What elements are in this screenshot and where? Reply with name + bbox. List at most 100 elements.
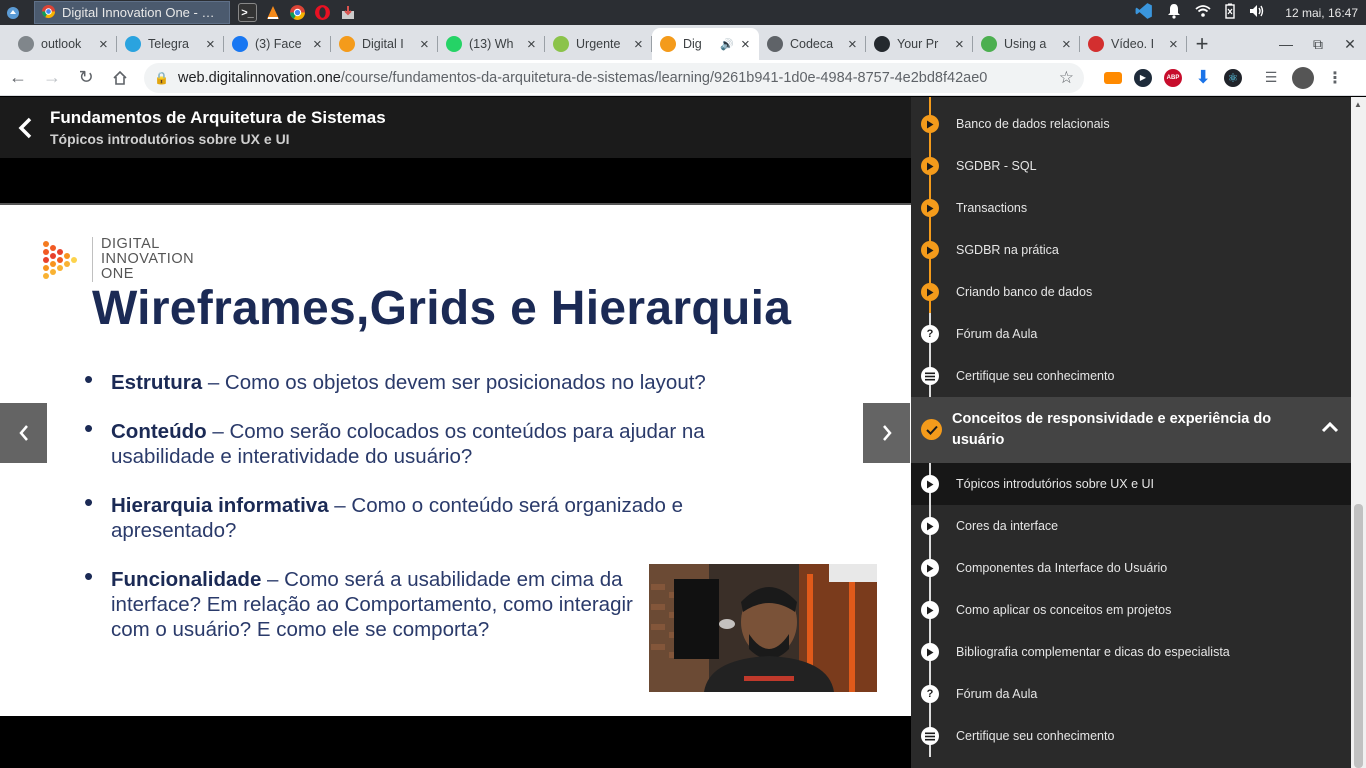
section-header[interactable]: Conceitos de responsividade e experiênci… — [911, 397, 1351, 463]
browser-tab[interactable]: Dig 🔊 × — [652, 28, 759, 60]
lesson-item[interactable]: SGDBR na prática — [911, 229, 1351, 271]
lesson-item[interactable]: Bibliografia complementar e dicas do esp… — [911, 631, 1351, 673]
close-tab-icon[interactable]: × — [634, 36, 644, 53]
question-icon: ? — [921, 325, 939, 343]
browser-tab[interactable]: Vídeo. I × — [1080, 28, 1187, 60]
battery-icon[interactable] — [1225, 3, 1235, 22]
media-controls-icon[interactable]: ☰ — [1262, 69, 1280, 87]
minimize-window-button[interactable]: — — [1270, 36, 1302, 52]
volume-icon[interactable] — [1249, 4, 1265, 21]
course-title: Fundamentos de Arquitetura de Sistemas — [50, 108, 386, 127]
tab-title: Dig — [683, 37, 702, 51]
close-tab-icon[interactable]: × — [420, 36, 430, 53]
play-icon — [921, 601, 939, 619]
lesson-label: Cores da interface — [956, 519, 1059, 533]
os-taskbar: Digital Innovation One - Goo... >_ 12 ma… — [0, 0, 1366, 25]
lesson-item[interactable]: Componentes da Interface do Usuário — [911, 547, 1351, 589]
chrome-menu-icon[interactable]: ⋮ — [1326, 69, 1344, 87]
previous-slide-button[interactable] — [0, 403, 47, 463]
download-icon[interactable]: ⬇ — [1194, 67, 1212, 87]
close-tab-icon[interactable]: × — [527, 36, 537, 53]
lesson-item[interactable]: ? Fórum da Aula — [911, 673, 1351, 715]
react-devtools-icon[interactable]: ⚛ — [1224, 68, 1242, 87]
vscode-tray-icon[interactable] — [1135, 2, 1153, 23]
speaker-icon[interactable]: 🔊 — [720, 38, 734, 51]
lesson-item[interactable]: Cores da interface — [911, 505, 1351, 547]
app-launcher-icon[interactable] — [0, 0, 26, 25]
browser-tab[interactable]: outlook × — [10, 28, 117, 60]
browser-tab[interactable]: Codeca × — [759, 28, 866, 60]
lesson-item[interactable]: Transactions — [911, 187, 1351, 229]
browser-tab[interactable]: Using a × — [973, 28, 1080, 60]
tab-title: outlook — [41, 37, 82, 51]
taskbar-chrome-window[interactable]: Digital Innovation One - Goo... — [34, 1, 230, 24]
chrome-launcher-icon[interactable] — [288, 3, 307, 22]
system-clock[interactable]: 12 mai, 16:47 — [1285, 6, 1358, 20]
terminal-icon[interactable]: >_ — [238, 3, 257, 22]
reload-icon[interactable]: ↻ — [70, 62, 102, 94]
vlc-icon[interactable] — [263, 3, 282, 22]
lesson-label: SGDBR - SQL — [956, 159, 1037, 173]
profile-avatar[interactable] — [1292, 66, 1314, 89]
lesson-item[interactable]: Banco de dados relacionais — [911, 103, 1351, 145]
browser-tab[interactable]: Your Pr × — [866, 28, 973, 60]
browser-tab[interactable]: Urgente × — [545, 28, 652, 60]
lesson-item[interactable]: Como aplicar os conceitos em projetos — [911, 589, 1351, 631]
scrollbar-thumb[interactable] — [1354, 504, 1363, 768]
lesson-label: Banco de dados relacionais — [956, 117, 1110, 131]
wifi-icon[interactable] — [1195, 4, 1211, 21]
next-slide-button[interactable] — [863, 403, 910, 463]
browser-tab[interactable]: Telegra × — [117, 28, 224, 60]
forward-arrow-icon[interactable]: → — [36, 62, 68, 94]
browser-tab[interactable]: (13) Wh × — [438, 28, 545, 60]
close-window-button[interactable]: ✕ — [1334, 36, 1366, 53]
list-icon — [921, 727, 939, 745]
play-icon — [921, 517, 939, 535]
close-tab-icon[interactable]: × — [955, 36, 965, 53]
extension-dark-icon[interactable]: ▶ — [1134, 68, 1152, 87]
lesson-item[interactable]: Tópicos introdutórios sobre UX e UI — [911, 463, 1351, 505]
close-tab-icon[interactable]: × — [99, 36, 109, 53]
close-tab-icon[interactable]: × — [1062, 36, 1072, 53]
tab-favicon-icon — [767, 36, 783, 52]
home-icon[interactable] — [104, 62, 136, 94]
opera-icon[interactable] — [313, 3, 332, 22]
tab-favicon-icon — [125, 36, 141, 52]
lesson-item[interactable]: ? Fórum da Aula — [911, 313, 1351, 355]
lesson-label: Certifique seu conhecimento — [956, 369, 1115, 383]
lesson-item[interactable]: Certifique seu conhecimento — [911, 715, 1351, 757]
dio-logo-text: DIGITAL INNOVATION ONE — [92, 237, 194, 282]
lesson-item[interactable]: Criando banco de dados — [911, 271, 1351, 313]
close-tab-icon[interactable]: × — [848, 36, 858, 53]
close-tab-icon[interactable]: × — [313, 36, 323, 53]
software-installer-icon[interactable] — [338, 3, 357, 22]
close-tab-icon[interactable]: × — [1169, 36, 1179, 53]
bookmark-star-icon[interactable]: ☆ — [1059, 68, 1074, 88]
adblock-icon[interactable]: ABP — [1164, 68, 1182, 87]
lesson-item[interactable]: SGDBR - SQL — [911, 145, 1351, 187]
tab-favicon-icon — [981, 36, 997, 52]
video-player[interactable]: DIGITAL INNOVATION ONE Wireframes,Grids … — [0, 205, 911, 716]
close-tab-icon[interactable]: × — [206, 36, 216, 53]
browser-tab[interactable]: Digital I × — [331, 28, 438, 60]
tab-favicon-icon — [339, 36, 355, 52]
browser-tab[interactable]: (3) Face × — [224, 28, 331, 60]
extension-orange-icon[interactable] — [1104, 71, 1122, 84]
lock-icon[interactable]: 🔒 — [154, 71, 169, 85]
lesson-item[interactable]: Certifique seu conhecimento — [911, 355, 1351, 397]
bell-icon[interactable] — [1167, 3, 1181, 22]
chevron-up-icon[interactable] — [1321, 415, 1339, 436]
back-arrow-icon[interactable]: ← — [2, 62, 34, 94]
tab-title: Digital I — [362, 37, 404, 51]
close-tab-icon[interactable]: × — [741, 36, 751, 53]
course-header: Fundamentos de Arquitetura de Sistemas T… — [0, 97, 911, 158]
sidebar-scrollbar[interactable]: ▲ — [1351, 97, 1366, 768]
address-bar[interactable]: 🔒 web.digitalinnovation.one/course/funda… — [144, 62, 1084, 93]
logo-line-3: ONE — [101, 266, 134, 282]
scroll-up-arrow-icon[interactable]: ▲ — [1354, 100, 1362, 109]
maximize-window-button[interactable]: ⧉ — [1302, 36, 1334, 53]
chevron-left-icon[interactable] — [0, 97, 50, 158]
lesson-label: Fórum da Aula — [956, 687, 1038, 701]
lesson-list: Banco de dados relacionais SGDBR - SQL Tra… — [911, 97, 1351, 757]
new-tab-button[interactable]: + — [1187, 28, 1217, 60]
